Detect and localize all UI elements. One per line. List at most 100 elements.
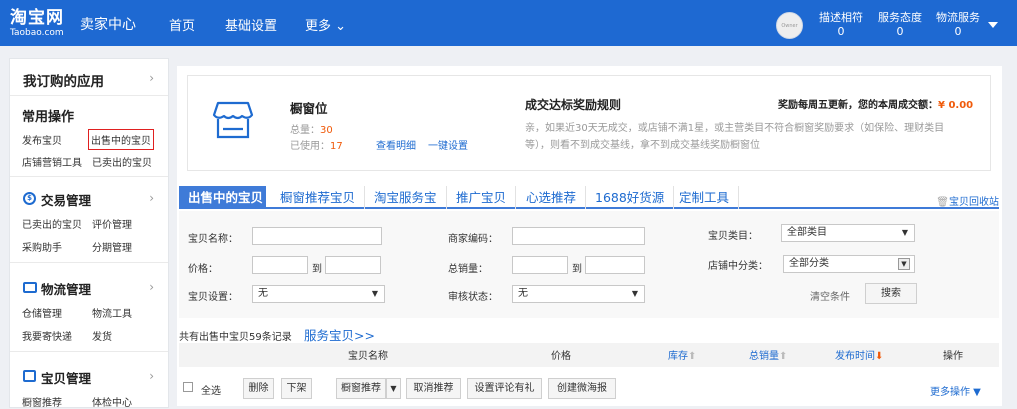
col-publish-time[interactable]: 发布时间⬇ [835, 347, 883, 362]
comment-gift-button[interactable]: 设置评论有礼 [467, 378, 542, 399]
chevron-right-icon[interactable]: › [149, 71, 154, 85]
nav-basic-settings[interactable]: 基础设置 [225, 15, 277, 34]
goods-icon [23, 370, 36, 382]
taobao-logo[interactable]: 淘宝网 Taobao.com [10, 9, 74, 39]
chevron-right-icon[interactable]: › [149, 280, 154, 294]
price-min-input[interactable] [252, 256, 308, 274]
goods-setting-value: 无 [258, 288, 268, 299]
tab-service-goods[interactable]: 淘宝服务宝 [365, 186, 447, 209]
more-operations-link[interactable]: 更多操作 ▼ [930, 383, 981, 398]
caret-down-icon: ▼ [898, 258, 910, 270]
tab-custom-tools[interactable]: 定制工具 [670, 186, 740, 209]
delete-button[interactable]: 删除 [243, 378, 274, 399]
price-max-input[interactable] [325, 256, 381, 274]
sidebar-goods-title[interactable]: 宝贝管理 [41, 368, 91, 387]
logistics-icon [23, 282, 37, 293]
merchant-code-input[interactable] [512, 227, 645, 245]
one-click-setting-link[interactable]: 一键设置 [428, 137, 468, 152]
sidebar-item-marketing-tools[interactable]: 店铺营销工具 [22, 154, 82, 169]
sidebar-item-purchase-helper[interactable]: 采购助手 [22, 239, 62, 254]
sales-max-input[interactable] [585, 256, 645, 274]
cancel-recommend-button[interactable]: 取消推荐 [406, 378, 461, 399]
col-stock[interactable]: 库存⬆ [668, 347, 696, 362]
chevron-right-icon[interactable]: › [149, 369, 154, 383]
recycle-bin-link[interactable]: 🗑宝贝回收站 [936, 193, 999, 208]
nav-more[interactable]: 更多 ⌄ [305, 15, 346, 34]
create-poster-button[interactable]: 创建微海报 [548, 378, 616, 399]
sidebar-item-publish[interactable]: 发布宝贝 [22, 132, 62, 147]
sidebar-item-send-express[interactable]: 我要寄快递 [22, 328, 72, 343]
sidebar-common-ops: 常用操作 [22, 110, 75, 125]
divider [10, 176, 168, 177]
metric-value: 0 [896, 25, 904, 38]
sidebar-item-health-center[interactable]: 体检中心 [92, 394, 132, 409]
divider [10, 95, 168, 96]
offshelf-button[interactable]: 下架 [281, 378, 312, 399]
col-sales[interactable]: 总销量⬆ [749, 347, 787, 362]
sidebar-logistics-title[interactable]: 物流管理 [41, 279, 91, 298]
sidebar-item-showcase[interactable]: 橱窗推荐 [22, 394, 62, 409]
sidebar-item-sold-goods[interactable]: 已卖出的宝贝 [22, 216, 82, 231]
metric-description: 描述相符 0 [816, 11, 866, 39]
sidebar-item-on-sale[interactable]: 出售中的宝贝 [88, 129, 154, 150]
audit-status-select[interactable]: 无 ▼ [512, 285, 645, 303]
sales-to-label: 到 [572, 264, 582, 275]
audit-status-label: 审核状态： [448, 292, 498, 303]
filter-panel: 宝贝名称： 商家编码： 宝贝类目： 全部类目 ▼ 价格： 到 总销量： 到 店铺中… [179, 211, 999, 318]
col-operations: 操作 [943, 351, 963, 362]
shop-category-label: 店铺中分类： [708, 261, 768, 272]
caret-down-icon: ▼ [371, 289, 378, 298]
col-goods-name: 宝贝名称 [348, 351, 388, 362]
top-bar: 淘宝网 Taobao.com 卖家中心 首页 基础设置 更多 ⌄ Owner 描… [0, 0, 1017, 46]
rule-title: 成交达标奖励规则 [525, 98, 622, 112]
tab-on-sale[interactable]: 出售中的宝贝 [179, 186, 266, 209]
goods-tabs: 出售中的宝贝 橱窗推荐宝贝 淘宝服务宝 推广宝贝 心选推荐 1688好货源 定制… [179, 186, 999, 209]
recycle-bin-label: 宝贝回收站 [949, 197, 999, 208]
metric-value: 0 [837, 25, 845, 38]
service-goods-link[interactable]: 服务宝贝>> [304, 325, 375, 344]
select-all-checkbox[interactable] [183, 382, 193, 392]
showcase-dropdown-button[interactable]: ▼ [386, 378, 401, 399]
tab-promoted-goods[interactable]: 推广宝贝 [447, 186, 517, 209]
showcase-total: 总量：30 [290, 121, 333, 136]
clear-filters-link[interactable]: 清空条件 [810, 288, 850, 303]
showcase-used: 已使用：17 [290, 137, 343, 152]
sidebar-item-installments[interactable]: 分期管理 [92, 239, 132, 254]
weekly-label: 奖励每周五更新，您的本周成交额： [778, 100, 938, 111]
used-label: 已使用： [290, 141, 330, 152]
used-value: 17 [330, 141, 343, 152]
sidebar-trade-title[interactable]: 交易管理 [41, 190, 91, 209]
shop-category-select[interactable]: 全部分类 ▼ [783, 255, 915, 273]
shop-category-value: 全部分类 [789, 258, 829, 269]
rule-desc-line-1: 亲，如果近30天无成交，或店铺不满1星，或主营类目不符合橱窗奖励要求（如保险、理… [525, 123, 945, 134]
avatar[interactable]: Owner [776, 12, 803, 39]
select-all-label: 全选 [201, 386, 221, 397]
metric-logistics: 物流服务 0 [933, 11, 983, 39]
search-button[interactable]: 搜索 [865, 283, 917, 304]
goods-setting-select[interactable]: 无 ▼ [252, 285, 385, 303]
nav-home[interactable]: 首页 [169, 15, 195, 34]
sidebar-my-apps[interactable]: 我订购的应用 [23, 70, 104, 90]
sidebar-item-logistics-tools[interactable]: 物流工具 [92, 305, 132, 320]
account-dropdown-icon[interactable] [988, 22, 998, 28]
goods-name-input[interactable] [252, 227, 382, 245]
showcase-title: 橱窗位 [290, 101, 328, 116]
tab-showcase-goods[interactable]: 橱窗推荐宝贝 [271, 186, 366, 209]
seller-center-title[interactable]: 卖家中心 [80, 14, 136, 34]
sidebar-item-reviews[interactable]: 评价管理 [92, 216, 132, 231]
view-detail-link[interactable]: 查看明细 [376, 137, 416, 152]
col-sales-label: 总销量 [749, 351, 779, 362]
showcase-recommend-button[interactable]: 橱窗推荐 [336, 378, 386, 399]
tab-selected-recommend[interactable]: 心选推荐 [517, 186, 587, 209]
sidebar-item-ship[interactable]: 发货 [92, 328, 112, 343]
chevron-right-icon[interactable]: › [149, 191, 154, 205]
category-select[interactable]: 全部类目 ▼ [781, 224, 915, 242]
sales-min-input[interactable] [512, 256, 568, 274]
sidebar-item-warehouse[interactable]: 仓储管理 [22, 305, 62, 320]
tab-1688-source[interactable]: 1688好货源 [586, 186, 675, 209]
record-count: 共有出售中宝贝59条记录 [179, 332, 292, 343]
sidebar-item-sold[interactable]: 已卖出的宝贝 [92, 154, 152, 169]
weekly-amount: 奖励每周五更新，您的本周成交额：¥ 0.00 [778, 96, 973, 111]
sort-icon: ⬆ [688, 351, 697, 362]
rule-desc-line-2: 等），则看不到成交基线，拿不到成交基线奖励橱窗位 [525, 140, 760, 151]
